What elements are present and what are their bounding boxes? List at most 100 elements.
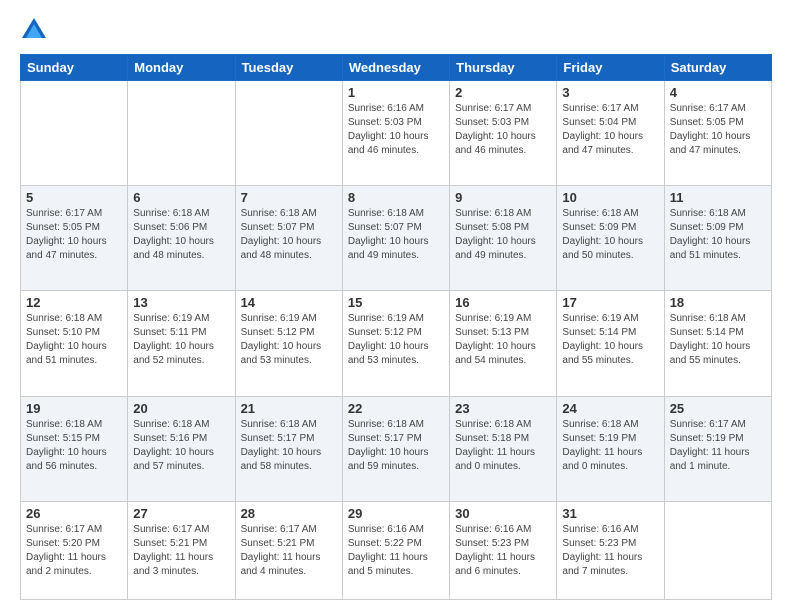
calendar-cell bbox=[235, 81, 342, 186]
day-info: Sunrise: 6:19 AM Sunset: 5:13 PM Dayligh… bbox=[455, 312, 551, 368]
logo-icon bbox=[20, 16, 48, 44]
day-info: Sunrise: 6:18 AM Sunset: 5:08 PM Dayligh… bbox=[455, 207, 551, 263]
calendar-week-row: 26 Sunrise: 6:17 AM Sunset: 5:20 PM Dayli… bbox=[21, 501, 772, 599]
day-info: Sunrise: 6:16 AM Sunset: 5:23 PM Dayligh… bbox=[562, 523, 658, 579]
calendar-cell: 9 Sunrise: 6:18 AM Sunset: 5:08 PM Daylig… bbox=[450, 186, 557, 291]
day-number: 20 bbox=[133, 401, 229, 416]
day-number: 2 bbox=[455, 85, 551, 100]
day-number: 17 bbox=[562, 295, 658, 310]
page: SundayMondayTuesdayWednesdayThursdayFrid… bbox=[0, 0, 792, 612]
day-number: 16 bbox=[455, 295, 551, 310]
day-info: Sunrise: 6:16 AM Sunset: 5:22 PM Dayligh… bbox=[348, 523, 444, 579]
day-number: 4 bbox=[670, 85, 766, 100]
weekday-header-friday: Friday bbox=[557, 55, 664, 81]
calendar-cell: 24Sunrise: 6:18 AM Sunset: 5:19 PM Dayli… bbox=[557, 396, 664, 501]
day-number: 27 bbox=[133, 506, 229, 521]
calendar-cell: 31 Sunrise: 6:16 AM Sunset: 5:23 PM Dayli… bbox=[557, 501, 664, 599]
day-number: 23 bbox=[455, 401, 551, 416]
day-info: Sunrise: 6:16 AM Sunset: 5:23 PM Dayligh… bbox=[455, 523, 551, 579]
day-info: Sunrise: 6:18 AM Sunset: 5:10 PM Dayligh… bbox=[26, 312, 122, 368]
calendar-cell: 14Sunrise: 6:19 AM Sunset: 5:12 PM Dayli… bbox=[235, 291, 342, 396]
calendar-cell bbox=[664, 501, 771, 599]
calendar-cell: 3 Sunrise: 6:17 AM Sunset: 5:04 PM Daylig… bbox=[557, 81, 664, 186]
weekday-header-monday: Monday bbox=[128, 55, 235, 81]
calendar-cell: 25 Sunrise: 6:17 AM Sunset: 5:19 PM Dayli… bbox=[664, 396, 771, 501]
calendar-cell: 21 Sunrise: 6:18 AM Sunset: 5:17 PM Dayli… bbox=[235, 396, 342, 501]
day-number: 14 bbox=[241, 295, 337, 310]
calendar-cell: 15Sunrise: 6:19 AM Sunset: 5:12 PM Dayli… bbox=[342, 291, 449, 396]
day-info: Sunrise: 6:18 AM Sunset: 5:07 PM Dayligh… bbox=[241, 207, 337, 263]
day-number: 29 bbox=[348, 506, 444, 521]
day-number: 22 bbox=[348, 401, 444, 416]
day-number: 15 bbox=[348, 295, 444, 310]
calendar-cell bbox=[128, 81, 235, 186]
calendar-table: SundayMondayTuesdayWednesdayThursdayFrid… bbox=[20, 54, 772, 600]
calendar-cell: 8 Sunrise: 6:18 AM Sunset: 5:07 PM Daylig… bbox=[342, 186, 449, 291]
day-info: Sunrise: 6:18 AM Sunset: 5:09 PM Dayligh… bbox=[562, 207, 658, 263]
calendar-cell: 2 Sunrise: 6:17 AM Sunset: 5:03 PM Daylig… bbox=[450, 81, 557, 186]
day-number: 10 bbox=[562, 190, 658, 205]
calendar-cell: 27 Sunrise: 6:17 AM Sunset: 5:21 PM Dayli… bbox=[128, 501, 235, 599]
header bbox=[20, 16, 772, 44]
day-info: Sunrise: 6:18 AM Sunset: 5:19 PM Dayligh… bbox=[562, 418, 658, 474]
calendar-cell bbox=[21, 81, 128, 186]
day-number: 13 bbox=[133, 295, 229, 310]
calendar-cell: 17 Sunrise: 6:19 AM Sunset: 5:14 PM Dayli… bbox=[557, 291, 664, 396]
day-info: Sunrise: 6:17 AM Sunset: 5:21 PM Dayligh… bbox=[241, 523, 337, 579]
logo bbox=[20, 16, 52, 44]
calendar-cell: 30 Sunrise: 6:16 AM Sunset: 5:23 PM Dayli… bbox=[450, 501, 557, 599]
day-number: 18 bbox=[670, 295, 766, 310]
day-info: Sunrise: 6:18 AM Sunset: 5:15 PM Dayligh… bbox=[26, 418, 122, 474]
calendar-cell: 18 Sunrise: 6:18 AM Sunset: 5:14 PM Dayli… bbox=[664, 291, 771, 396]
calendar-cell: 28 Sunrise: 6:17 AM Sunset: 5:21 PM Dayli… bbox=[235, 501, 342, 599]
day-number: 19 bbox=[26, 401, 122, 416]
calendar-cell: 10 Sunrise: 6:18 AM Sunset: 5:09 PM Dayli… bbox=[557, 186, 664, 291]
day-info: Sunrise: 6:17 AM Sunset: 5:05 PM Dayligh… bbox=[670, 102, 766, 158]
calendar-week-row: 12 Sunrise: 6:18 AM Sunset: 5:10 PM Dayli… bbox=[21, 291, 772, 396]
day-info: Sunrise: 6:19 AM Sunset: 5:14 PM Dayligh… bbox=[562, 312, 658, 368]
calendar-cell: 29 Sunrise: 6:16 AM Sunset: 5:22 PM Dayli… bbox=[342, 501, 449, 599]
day-number: 30 bbox=[455, 506, 551, 521]
day-info: Sunrise: 6:17 AM Sunset: 5:04 PM Dayligh… bbox=[562, 102, 658, 158]
weekday-header-tuesday: Tuesday bbox=[235, 55, 342, 81]
day-info: Sunrise: 6:18 AM Sunset: 5:16 PM Dayligh… bbox=[133, 418, 229, 474]
day-number: 3 bbox=[562, 85, 658, 100]
calendar-cell: 5Sunrise: 6:17 AM Sunset: 5:05 PM Daylig… bbox=[21, 186, 128, 291]
calendar-cell: 22 Sunrise: 6:18 AM Sunset: 5:17 PM Dayli… bbox=[342, 396, 449, 501]
day-number: 8 bbox=[348, 190, 444, 205]
day-info: Sunrise: 6:18 AM Sunset: 5:17 PM Dayligh… bbox=[241, 418, 337, 474]
day-info: Sunrise: 6:16 AM Sunset: 5:03 PM Dayligh… bbox=[348, 102, 444, 158]
day-number: 6 bbox=[133, 190, 229, 205]
calendar-week-row: 19 Sunrise: 6:18 AM Sunset: 5:15 PM Dayli… bbox=[21, 396, 772, 501]
day-info: Sunrise: 6:18 AM Sunset: 5:17 PM Dayligh… bbox=[348, 418, 444, 474]
day-number: 12 bbox=[26, 295, 122, 310]
day-info: Sunrise: 6:17 AM Sunset: 5:05 PM Dayligh… bbox=[26, 207, 122, 263]
weekday-header-sunday: Sunday bbox=[21, 55, 128, 81]
day-info: Sunrise: 6:17 AM Sunset: 5:19 PM Dayligh… bbox=[670, 418, 766, 474]
day-info: Sunrise: 6:18 AM Sunset: 5:07 PM Dayligh… bbox=[348, 207, 444, 263]
calendar-cell: 4 Sunrise: 6:17 AM Sunset: 5:05 PM Daylig… bbox=[664, 81, 771, 186]
day-number: 25 bbox=[670, 401, 766, 416]
calendar-cell: 16 Sunrise: 6:19 AM Sunset: 5:13 PM Dayli… bbox=[450, 291, 557, 396]
day-number: 9 bbox=[455, 190, 551, 205]
calendar-cell: 23Sunrise: 6:18 AM Sunset: 5:18 PM Dayli… bbox=[450, 396, 557, 501]
day-number: 21 bbox=[241, 401, 337, 416]
calendar-cell: 20 Sunrise: 6:18 AM Sunset: 5:16 PM Dayli… bbox=[128, 396, 235, 501]
calendar-week-row: 5Sunrise: 6:17 AM Sunset: 5:05 PM Daylig… bbox=[21, 186, 772, 291]
weekday-header-saturday: Saturday bbox=[664, 55, 771, 81]
day-number: 1 bbox=[348, 85, 444, 100]
day-number: 31 bbox=[562, 506, 658, 521]
calendar-cell: 13Sunrise: 6:19 AM Sunset: 5:11 PM Dayli… bbox=[128, 291, 235, 396]
day-info: Sunrise: 6:18 AM Sunset: 5:09 PM Dayligh… bbox=[670, 207, 766, 263]
calendar-cell: 12 Sunrise: 6:18 AM Sunset: 5:10 PM Dayli… bbox=[21, 291, 128, 396]
day-info: Sunrise: 6:18 AM Sunset: 5:14 PM Dayligh… bbox=[670, 312, 766, 368]
day-number: 11 bbox=[670, 190, 766, 205]
calendar-cell: 7Sunrise: 6:18 AM Sunset: 5:07 PM Daylig… bbox=[235, 186, 342, 291]
day-info: Sunrise: 6:17 AM Sunset: 5:21 PM Dayligh… bbox=[133, 523, 229, 579]
day-info: Sunrise: 6:17 AM Sunset: 5:03 PM Dayligh… bbox=[455, 102, 551, 158]
day-number: 28 bbox=[241, 506, 337, 521]
day-number: 26 bbox=[26, 506, 122, 521]
calendar-cell: 26 Sunrise: 6:17 AM Sunset: 5:20 PM Dayli… bbox=[21, 501, 128, 599]
calendar-cell: 11 Sunrise: 6:18 AM Sunset: 5:09 PM Dayli… bbox=[664, 186, 771, 291]
day-info: Sunrise: 6:17 AM Sunset: 5:20 PM Dayligh… bbox=[26, 523, 122, 579]
